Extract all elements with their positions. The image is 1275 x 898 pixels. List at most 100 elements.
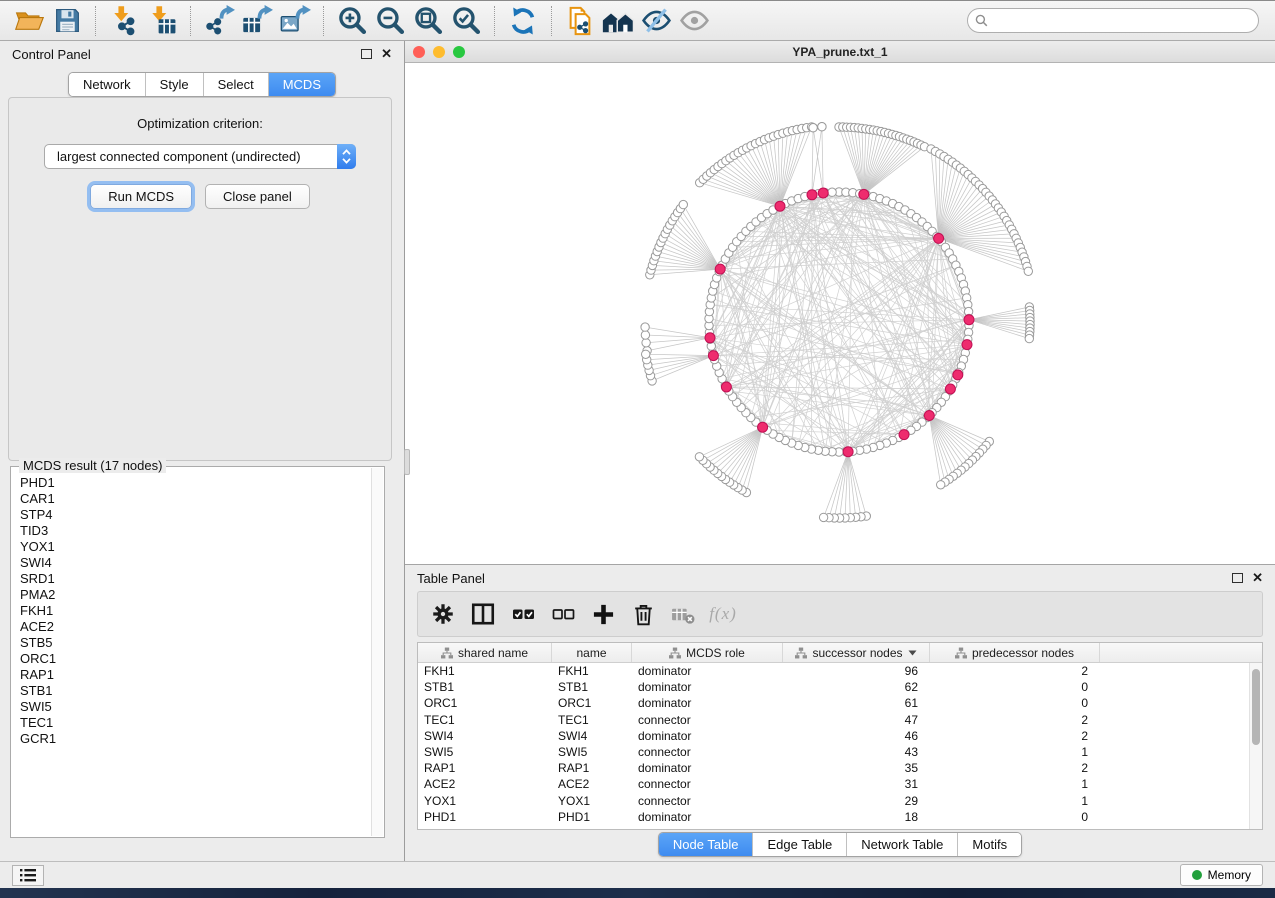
column-header-name[interactable]: name [552, 643, 632, 662]
graph-node[interactable] [642, 350, 650, 358]
mcds-result-item[interactable]: RAP1 [13, 667, 371, 683]
cell-mcds-role[interactable]: dominator [632, 728, 783, 744]
graph-hub-node[interactable] [945, 384, 955, 394]
cell-successor-nodes[interactable]: 61 [783, 695, 930, 711]
tab-network-table[interactable]: Network Table [847, 833, 958, 856]
tab-mcds[interactable]: MCDS [269, 73, 335, 96]
import-network-button[interactable] [105, 4, 143, 38]
cell-successor-nodes[interactable]: 31 [783, 776, 930, 792]
cell-predecessor-nodes[interactable]: 2 [930, 663, 1100, 679]
mcds-result-item[interactable]: CAR1 [13, 491, 371, 507]
cell-predecessor-nodes[interactable]: 2 [930, 760, 1100, 776]
graph-hub-node[interactable] [775, 201, 785, 211]
cell-mcds-role[interactable]: dominator [632, 809, 783, 825]
mcds-result-item[interactable]: STP4 [13, 507, 371, 523]
cell-successor-nodes[interactable]: 18 [783, 809, 930, 825]
window-close-button[interactable] [413, 46, 425, 58]
tab-network[interactable]: Network [69, 73, 146, 96]
cell-mcds-role[interactable]: dominator [632, 679, 783, 695]
cell-shared-name[interactable]: SWI4 [418, 728, 552, 744]
graph-node[interactable] [641, 323, 649, 331]
mcds-result-item[interactable]: SRD1 [13, 571, 371, 587]
cell-predecessor-nodes[interactable]: 1 [930, 744, 1100, 760]
graph-hub-node[interactable] [818, 188, 828, 198]
cell-name[interactable]: STB1 [552, 679, 632, 695]
mcds-result-item[interactable]: GCR1 [13, 731, 371, 747]
graph-node[interactable] [679, 200, 687, 208]
cell-mcds-role[interactable]: connector [632, 744, 783, 760]
tab-select[interactable]: Select [204, 73, 269, 96]
cell-mcds-role[interactable]: connector [632, 776, 783, 792]
cell-shared-name[interactable]: RAP1 [418, 760, 552, 776]
cell-successor-nodes[interactable]: 96 [783, 663, 930, 679]
select-all-button[interactable] [506, 597, 540, 631]
cell-name[interactable]: RAP1 [552, 760, 632, 776]
close-panel-button[interactable]: Close panel [205, 184, 310, 209]
graph-hub-node[interactable] [758, 422, 768, 432]
window-minimize-button[interactable] [433, 46, 445, 58]
mcds-result-item[interactable]: SWI4 [13, 555, 371, 571]
table-scrollbar-thumb[interactable] [1252, 669, 1260, 745]
mcds-result-item[interactable]: STB1 [13, 683, 371, 699]
save-session-button[interactable] [48, 4, 86, 38]
zoom-selected-button[interactable] [447, 4, 485, 38]
cell-name[interactable]: FKH1 [552, 663, 632, 679]
cell-successor-nodes[interactable]: 46 [783, 728, 930, 744]
mcds-result-item[interactable]: SWI5 [13, 699, 371, 715]
cell-name[interactable]: SWI5 [552, 744, 632, 760]
cell-shared-name[interactable]: ACE2 [418, 776, 552, 792]
tab-node-table[interactable]: Node Table [659, 833, 754, 856]
graph-node[interactable] [937, 481, 945, 489]
graph-node[interactable] [809, 124, 817, 132]
graph-hub-node[interactable] [843, 447, 853, 457]
graph-hub-node[interactable] [924, 411, 934, 421]
cell-name[interactable]: TEC1 [552, 712, 632, 728]
hide-selected-button[interactable] [637, 4, 675, 38]
import-table-button[interactable] [143, 4, 181, 38]
mcds-result-item[interactable]: ACE2 [13, 619, 371, 635]
memory-button[interactable]: Memory [1180, 864, 1263, 886]
graph-node[interactable] [818, 123, 826, 131]
cell-predecessor-nodes[interactable]: 0 [930, 695, 1100, 711]
search-input[interactable] [967, 8, 1259, 33]
cell-predecessor-nodes[interactable]: 1 [930, 793, 1100, 809]
cell-name[interactable]: ACE2 [552, 776, 632, 792]
cell-mcds-role[interactable]: dominator [632, 663, 783, 679]
mcds-result-item[interactable]: ORC1 [13, 651, 371, 667]
cell-predecessor-nodes[interactable]: 1 [930, 776, 1100, 792]
delete-column-button[interactable] [626, 597, 660, 631]
column-header-predecessor-nodes[interactable]: predecessor nodes [930, 643, 1100, 662]
cell-successor-nodes[interactable]: 47 [783, 712, 930, 728]
cell-shared-name[interactable]: SWI5 [418, 744, 552, 760]
mcds-result-item[interactable]: PHD1 [13, 475, 371, 491]
graph-hub-node[interactable] [934, 233, 944, 243]
column-header-MCDS-role[interactable]: MCDS role [632, 643, 783, 662]
zoom-in-button[interactable] [333, 4, 371, 38]
mcds-result-item[interactable]: STB5 [13, 635, 371, 651]
export-image-button[interactable] [276, 4, 314, 38]
mcds-result-item[interactable]: FKH1 [13, 603, 371, 619]
table-settings-button[interactable] [426, 597, 460, 631]
table-scrollbar[interactable] [1249, 663, 1262, 829]
graph-hub-node[interactable] [721, 382, 731, 392]
cell-successor-nodes[interactable]: 35 [783, 760, 930, 776]
control-panel-float-button[interactable] [361, 49, 372, 59]
splitter-handle[interactable] [404, 449, 410, 475]
tab-style[interactable]: Style [146, 73, 204, 96]
cell-predecessor-nodes[interactable]: 2 [930, 712, 1100, 728]
zoom-out-button[interactable] [371, 4, 409, 38]
mcds-result-item[interactable]: TEC1 [13, 715, 371, 731]
cell-shared-name[interactable]: FKH1 [418, 663, 552, 679]
cell-mcds-role[interactable]: dominator [632, 760, 783, 776]
control-panel-close-button[interactable]: ✕ [381, 49, 392, 59]
graph-hub-node[interactable] [859, 189, 869, 199]
graph-hub-node[interactable] [953, 370, 963, 380]
cell-predecessor-nodes[interactable]: 2 [930, 728, 1100, 744]
graph-node[interactable] [641, 331, 649, 339]
cell-successor-nodes[interactable]: 43 [783, 744, 930, 760]
graph-node[interactable] [828, 188, 836, 196]
mcds-result-item[interactable]: PMA2 [13, 587, 371, 603]
export-network-button[interactable] [200, 4, 238, 38]
graph-node[interactable] [695, 453, 703, 461]
cell-name[interactable]: SWI4 [552, 728, 632, 744]
